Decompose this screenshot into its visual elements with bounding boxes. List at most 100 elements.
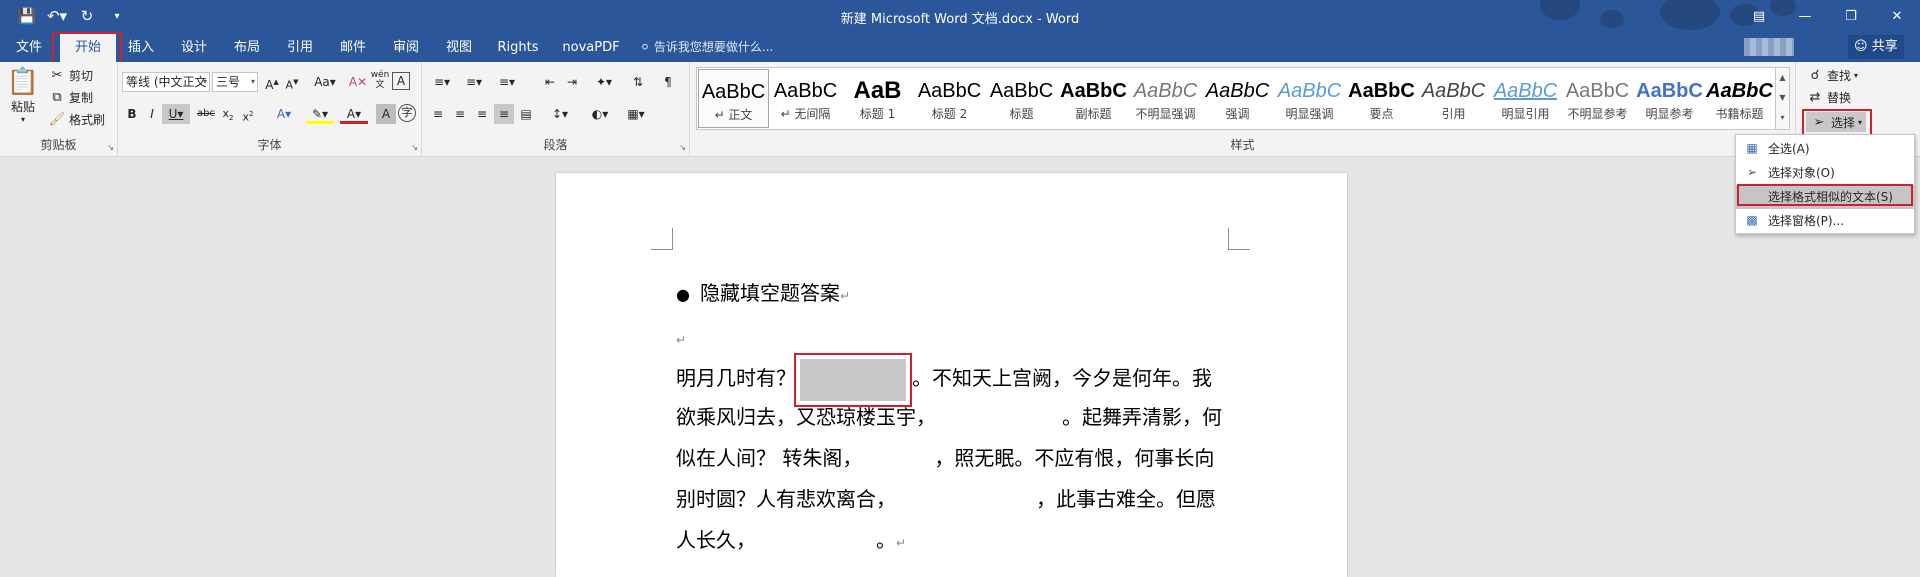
increase-indent-icon[interactable]: ⇥ — [562, 72, 582, 92]
borders-icon[interactable]: ▦▾ — [622, 104, 650, 124]
tab-view[interactable]: 视图 — [440, 34, 478, 62]
numbering-icon[interactable]: ≡▾ — [460, 72, 488, 92]
dialog-launcher-icon[interactable]: ↘ — [411, 143, 418, 152]
more-styles-icon[interactable]: ▾ — [1776, 108, 1789, 128]
strikethrough-icon[interactable]: abc — [194, 104, 218, 124]
style-intense-reference[interactable]: AaBbC 明显参考 — [1634, 69, 1705, 128]
format-painter-button[interactable]: 🖌 格式刷 — [48, 110, 105, 128]
cut-button[interactable]: ✂ 剪切 — [48, 66, 93, 84]
style-book-title[interactable]: AaBbC 书籍标题 — [1704, 69, 1775, 128]
tell-me-box[interactable]: ⚪ 告诉我您想要做什么... — [640, 32, 773, 62]
style-title[interactable]: AaBbC 标题 — [986, 69, 1057, 128]
account-name[interactable] — [1744, 38, 1794, 56]
font-size-value: 三号 — [216, 75, 241, 89]
tab-home[interactable]: 开始 — [60, 34, 116, 62]
character-border-icon[interactable]: A — [392, 72, 410, 90]
tab-layout[interactable]: 布局 — [228, 34, 266, 62]
menu-item-select-objects[interactable]: ➢ 选择对象(O) — [1736, 161, 1914, 185]
document-page[interactable]: ● 隐藏填空题答案↵ ↵ 明月几时有？ 。不知天上宫阙，今夕是何年。我 欲乘风归去，… — [556, 173, 1347, 577]
search-icon: ☌ — [1810, 67, 1820, 83]
tell-me-label: 告诉我您想要做什么... — [653, 40, 774, 54]
dialog-launcher-icon[interactable]: ↘ — [679, 143, 686, 152]
bullet-icon: ● — [676, 285, 690, 304]
shading-icon[interactable]: ◐▾ — [586, 104, 614, 124]
justify-icon[interactable]: ≡ — [494, 104, 514, 124]
style-subtle-reference[interactable]: AaBbC 不明显参考 — [1562, 69, 1633, 128]
select-button[interactable]: ➢ 选择 ▾ — [1806, 112, 1867, 132]
highlight-color-icon[interactable]: ✎▾ — [306, 104, 334, 124]
style-heading-2[interactable]: AaBbC 标题 2 — [914, 69, 985, 128]
style-subtle-emphasis[interactable]: AaBbC 不明显强调 — [1130, 69, 1201, 128]
font-name-combo[interactable]: 等线 (中文正文 ▾ — [122, 72, 210, 92]
menu-item-select-similar-formatting[interactable]: 选择格式相似的文本(S) — [1736, 185, 1914, 209]
menu-item-select-all[interactable]: ▦ 全选(A) — [1736, 137, 1914, 161]
style-heading-1[interactable]: AaB 标题 1 — [842, 69, 913, 128]
align-right-icon[interactable]: ≡ — [472, 104, 492, 124]
align-left-icon[interactable]: ≡ — [428, 104, 448, 124]
tab-references[interactable]: 引用 — [281, 34, 319, 62]
restore-icon[interactable]: ❐ — [1828, 0, 1874, 32]
clipboard-icon: 📋 — [6, 67, 40, 97]
gallery-scroll[interactable]: ▲ ▼ ▾ — [1776, 67, 1790, 130]
ribbon-display-icon[interactable]: ▤ — [1736, 0, 1782, 32]
style-intense-quote[interactable]: AaBbC 明显引用 — [1490, 69, 1561, 128]
show-marks-icon[interactable]: ¶ — [658, 72, 678, 92]
style-no-spacing[interactable]: AaBbC ↵ 无间隔 — [770, 69, 841, 128]
dialog-launcher-icon[interactable]: ↘ — [107, 143, 114, 152]
enclose-characters-icon[interactable]: 字 — [398, 104, 416, 122]
copy-button[interactable]: ⧉ 复制 — [48, 88, 93, 106]
character-shading-icon[interactable]: A — [376, 104, 396, 124]
change-case-icon[interactable]: Aa▾ — [310, 72, 340, 92]
distributed-icon[interactable]: ▤ — [516, 104, 536, 124]
paragraph-group-label: 段落 — [543, 138, 568, 152]
text-effects-icon[interactable]: A▾ — [270, 104, 298, 124]
tab-mailings[interactable]: 邮件 — [334, 34, 372, 62]
minimize-icon[interactable]: — — [1782, 0, 1828, 32]
style-strong[interactable]: AaBbC 要点 — [1346, 69, 1417, 128]
line-spacing-icon[interactable]: ↕▾ — [546, 104, 574, 124]
underline-icon[interactable]: U▾ — [162, 104, 190, 124]
style-quote[interactable]: AaBbC 引用 — [1418, 69, 1489, 128]
phonetic-guide-icon[interactable]: wén 文 — [370, 70, 390, 90]
bold-icon[interactable]: B — [122, 104, 142, 124]
scroll-down-icon[interactable]: ▼ — [1776, 88, 1789, 108]
tab-review[interactable]: 审阅 — [387, 34, 425, 62]
scroll-up-icon[interactable]: ▲ — [1776, 68, 1789, 88]
font-color-icon[interactable]: A▾ — [340, 104, 368, 124]
title-bar: 💾 ↶▾ ↻ ▾ 新建 Microsoft Word 文档.docx - Wor… — [0, 0, 1920, 32]
shrink-font-icon[interactable]: A▼ — [282, 72, 302, 92]
paste-button[interactable]: 📋 粘贴 ▾ — [6, 66, 40, 124]
tab-insert[interactable]: 插入 — [122, 34, 160, 62]
styles-gallery: AaBbC ↵ 正文 AaBbC ↵ 无间隔 AaB 标题 1 AaBbC 标题… — [696, 67, 1776, 130]
styles-group-label: 样式 — [1230, 138, 1255, 152]
replace-button[interactable]: ⇄ 替换 — [1806, 88, 1851, 106]
italic-icon[interactable]: I — [142, 104, 162, 124]
menu-item-selection-pane[interactable]: ▩ 选择窗格(P)... — [1736, 209, 1914, 233]
share-label: 共享 — [1871, 39, 1898, 54]
style-normal[interactable]: AaBbC ↵ 正文 — [698, 69, 769, 128]
clear-formatting-icon[interactable]: A✕ — [348, 72, 368, 92]
subscript-icon[interactable]: x2 — [218, 104, 238, 124]
decrease-indent-icon[interactable]: ⇤ — [540, 72, 560, 92]
tab-file[interactable]: 文件 — [10, 34, 48, 62]
style-subtitle[interactable]: AaBbC 副标题 — [1058, 69, 1129, 128]
superscript-icon[interactable]: x2 — [238, 104, 258, 124]
font-size-combo[interactable]: 三号 ▾ — [212, 72, 258, 92]
close-icon[interactable]: ✕ — [1874, 0, 1920, 32]
find-button[interactable]: ☌ 查找 ▾ — [1806, 66, 1858, 84]
align-center-icon[interactable]: ≡ — [450, 104, 470, 124]
multilevel-list-icon[interactable]: ≡▾ — [492, 72, 522, 92]
style-emphasis[interactable]: AaBbC 强调 — [1202, 69, 1273, 128]
select-label: 选择 — [1831, 115, 1856, 130]
chinese-layout-icon[interactable]: ✦▾ — [590, 72, 618, 92]
style-intense-emphasis[interactable]: AaBbC 明显强调 — [1274, 69, 1345, 128]
hidden-answer-highlight[interactable] — [794, 352, 912, 407]
bullets-icon[interactable]: ≡▾ — [428, 72, 456, 92]
sort-icon[interactable]: ⇅ — [628, 72, 648, 92]
tab-design[interactable]: 设计 — [175, 34, 213, 62]
tab-novapdf[interactable]: novaPDF — [558, 34, 624, 62]
share-button[interactable]: ☺ 共享 — [1848, 35, 1904, 59]
grow-font-icon[interactable]: A▲ — [262, 72, 282, 92]
poem-text: 欲乘风归去，又恐琼楼玉宇， — [676, 405, 936, 429]
tab-rights[interactable]: Rights — [492, 34, 544, 62]
